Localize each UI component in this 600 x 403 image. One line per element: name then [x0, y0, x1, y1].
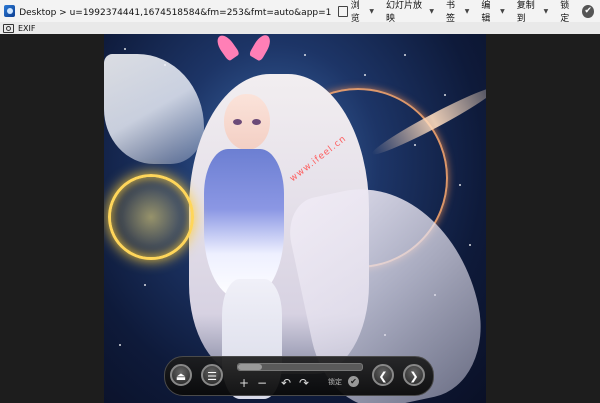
zoom-out-button[interactable]: − [257, 376, 267, 390]
chevron-down-icon: ▼ [429, 7, 434, 15]
check-icon[interactable]: ✔ [348, 376, 359, 387]
check-icon: ✔ [582, 4, 594, 18]
menu-browse-label: 浏览 [350, 1, 360, 24]
golden-magic-circle [108, 174, 194, 260]
eject-button[interactable]: ⏏ [170, 364, 192, 386]
character-dress [204, 149, 284, 299]
control-lock-label: 锁定 [328, 378, 342, 386]
menu-bar: 浏览 ▼ 幻灯片放映 ▼ 书签 ▼ 编辑 ▼ 复制到 ▼ 锁定 ✔ [332, 0, 600, 24]
app-icon [4, 5, 16, 17]
menu-slideshow[interactable]: 幻灯片放映 ▼ [380, 1, 440, 24]
chevron-down-icon: ▼ [464, 7, 470, 15]
menu-edit-label: 编辑 [481, 1, 491, 24]
chevron-down-icon: ▼ [369, 7, 375, 15]
title-bar: Desktop > u=1992374441,1674518584&fm=253… [0, 0, 600, 24]
menu-edit[interactable]: 编辑 ▼ [475, 1, 510, 24]
next-button[interactable]: ❯ [403, 364, 425, 386]
exif-bar: EXIF [0, 22, 600, 34]
image-viewer[interactable]: www.ifeel.cn ⏏ ☰ + − ↶ ↷ 锁定 ✔ ❮ ❯ [0, 34, 600, 403]
chevron-down-icon: ▼ [543, 7, 549, 15]
camera-icon [3, 23, 14, 33]
chevron-down-icon: ▼ [500, 7, 505, 15]
character-headpiece [213, 34, 274, 62]
menu-slideshow-label: 幻灯片放映 [386, 1, 423, 24]
menu-button[interactable]: ☰ [201, 364, 223, 386]
menu-copy-to[interactable]: 复制到 ▼ [511, 1, 555, 24]
rotate-left-button[interactable]: ↶ [281, 376, 291, 390]
menu-bookmark[interactable]: 书签 ▼ [440, 1, 475, 24]
viewer-control-bar: ⏏ ☰ + − ↶ ↷ 锁定 ✔ ❮ ❯ [164, 356, 434, 396]
angel-wing [104, 54, 204, 164]
displayed-image: www.ifeel.cn [104, 34, 486, 403]
slider-thumb[interactable] [238, 364, 262, 370]
character-face [224, 94, 270, 150]
lock-toggle[interactable]: 锁定 ✔ [554, 1, 600, 24]
prev-button[interactable]: ❮ [372, 364, 394, 386]
window-title: Desktop > u=1992374441,1674518584&fm=253… [19, 7, 332, 18]
browse-icon [337, 5, 348, 17]
rotate-right-button[interactable]: ↷ [299, 376, 309, 390]
position-slider[interactable] [237, 363, 363, 371]
exif-button[interactable]: EXIF [18, 24, 36, 33]
lock-label: 锁定 [560, 1, 570, 24]
menu-browse[interactable]: 浏览 ▼ [332, 1, 380, 24]
zoom-in-button[interactable]: + [239, 376, 249, 390]
menu-copy-to-label: 复制到 [516, 1, 535, 24]
menu-bookmark-label: 书签 [446, 1, 456, 24]
